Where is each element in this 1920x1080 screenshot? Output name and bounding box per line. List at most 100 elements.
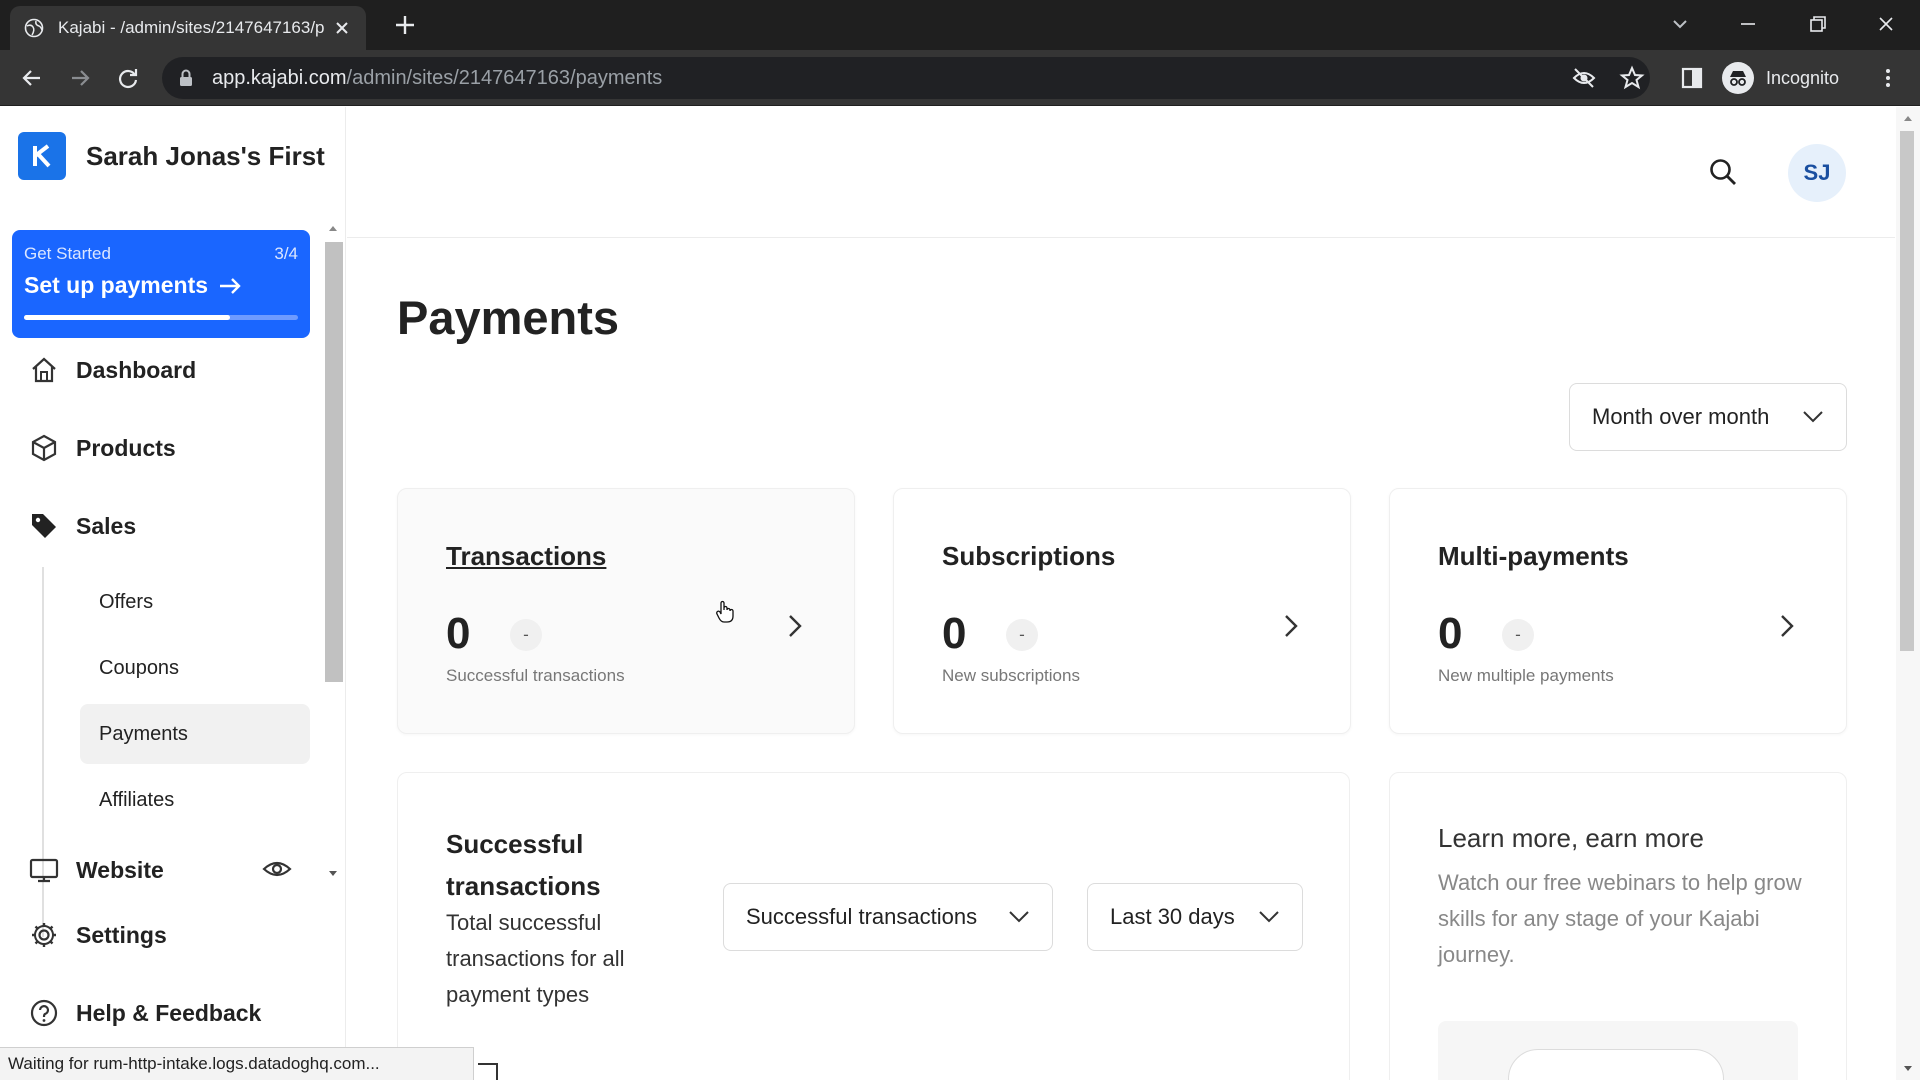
subitem-label: Affiliates bbox=[99, 788, 175, 811]
sidebar-item-sales[interactable]: Sales bbox=[28, 510, 136, 542]
sidebar-subitem-payments[interactable]: Payments bbox=[80, 704, 310, 764]
hand-cursor-icon bbox=[716, 600, 734, 623]
page-title: Payments bbox=[397, 291, 620, 344]
chart-axis bbox=[478, 1063, 498, 1080]
help-icon bbox=[28, 997, 60, 1029]
get-started-progress bbox=[24, 315, 298, 320]
sidebar-item-settings[interactable]: Settings bbox=[28, 919, 167, 951]
card-delta-badge: - bbox=[1502, 619, 1534, 651]
browser-tab-bar: Kajabi - /admin/sites/2147647163/payment… bbox=[0, 0, 1920, 50]
sidebar-scroll-thumb[interactable] bbox=[325, 242, 343, 682]
browser-toolbar: app.kajabi.com/admin/sites/2147647163/pa… bbox=[0, 50, 1920, 106]
sidebar-item-products[interactable]: Products bbox=[28, 432, 176, 464]
forward-icon[interactable] bbox=[66, 64, 94, 92]
profile-label: Incognito bbox=[1766, 67, 1840, 88]
card-value: 0 bbox=[1438, 609, 1463, 658]
restore-icon[interactable] bbox=[1804, 10, 1832, 38]
card-title[interactable]: Transactions bbox=[446, 541, 606, 572]
main-scrollbar[interactable] bbox=[1896, 107, 1920, 1080]
sidebar-item-label: Dashboard bbox=[76, 356, 197, 383]
minimize-icon[interactable] bbox=[1734, 10, 1762, 38]
transactions-card[interactable]: Transactions 0 - Successful transactions bbox=[397, 488, 855, 734]
webinar-thumbnail bbox=[1438, 1021, 1798, 1080]
lock-icon[interactable] bbox=[178, 69, 194, 87]
tab-search-icon[interactable] bbox=[1666, 10, 1694, 38]
tracking-off-icon[interactable] bbox=[1570, 64, 1598, 92]
period-select-value: Month over month bbox=[1592, 404, 1770, 429]
webinar-button[interactable] bbox=[1508, 1049, 1724, 1080]
chevron-down-icon bbox=[1259, 911, 1279, 923]
date-range-select-value: Last 30 days bbox=[1110, 904, 1235, 929]
card-caption: Successful transactions bbox=[446, 666, 625, 685]
subscriptions-card[interactable]: Subscriptions 0 - New subscriptions bbox=[893, 488, 1351, 734]
gear-icon bbox=[28, 919, 60, 951]
card-value: 0 bbox=[446, 609, 471, 658]
home-icon bbox=[28, 354, 60, 386]
new-tab-icon[interactable] bbox=[392, 12, 418, 38]
learn-more-card: Learn more, earn more Watch our free web… bbox=[1389, 772, 1847, 1080]
chevron-right-icon[interactable] bbox=[1776, 611, 1798, 641]
eye-icon[interactable] bbox=[262, 857, 292, 881]
back-icon[interactable] bbox=[18, 64, 46, 92]
card-caption: New subscriptions bbox=[942, 666, 1080, 685]
metric-select[interactable]: Successful transactions bbox=[723, 883, 1053, 951]
transactions-chart-card: Successful transactions Total successful… bbox=[397, 772, 1350, 1080]
site-brand[interactable]: Sarah Jonas's First bbox=[18, 132, 325, 180]
progress-fill bbox=[24, 315, 230, 320]
sidebar-item-label: Sales bbox=[76, 512, 137, 539]
multi-payments-card[interactable]: Multi-payments 0 - New multiple payments bbox=[1389, 488, 1847, 734]
avatar[interactable]: SJ bbox=[1788, 144, 1846, 202]
chevron-right-icon[interactable] bbox=[784, 611, 806, 641]
close-window-icon[interactable] bbox=[1872, 10, 1900, 38]
get-started-card[interactable]: Get Started 3/4 Set up payments bbox=[12, 230, 310, 338]
chevron-right-icon[interactable] bbox=[1280, 611, 1302, 641]
card-value: 0 bbox=[942, 609, 967, 658]
tag-icon bbox=[28, 510, 60, 542]
kajabi-logo-icon bbox=[18, 132, 66, 180]
browser-tab[interactable]: Kajabi - /admin/sites/2147647163/payment… bbox=[10, 6, 366, 50]
sidebar-subitem-coupons[interactable]: Coupons bbox=[80, 638, 310, 698]
date-range-select[interactable]: Last 30 days bbox=[1087, 883, 1303, 951]
url-text: app.kajabi.com/admin/sites/2147647163/pa… bbox=[212, 67, 662, 90]
sidebar-item-dashboard[interactable]: Dashboard bbox=[28, 354, 196, 386]
side-panel-icon[interactable] bbox=[1678, 64, 1706, 92]
card-delta-badge: - bbox=[1006, 619, 1038, 651]
url-path: /admin/sites/2147647163/payments bbox=[346, 66, 663, 89]
sidebar-subitem-offers[interactable]: Offers bbox=[80, 572, 310, 632]
incognito-icon bbox=[1722, 62, 1754, 94]
subitem-label: Offers bbox=[99, 590, 154, 613]
site-name: Sarah Jonas's First bbox=[86, 140, 325, 171]
sidebar-item-website[interactable]: Website bbox=[28, 854, 164, 886]
main-scroll-thumb[interactable] bbox=[1900, 131, 1914, 651]
incognito-indicator[interactable]: Incognito bbox=[1722, 60, 1839, 96]
browser-menu-icon[interactable] bbox=[1874, 64, 1902, 92]
sidebar-item-label: Website bbox=[76, 856, 164, 883]
tab-title: Kajabi - /admin/sites/2147647163/payment… bbox=[58, 18, 324, 37]
metric-select-value: Successful transactions bbox=[746, 904, 978, 929]
header-divider bbox=[347, 237, 1895, 238]
scroll-down-icon[interactable] bbox=[1896, 1058, 1920, 1078]
card-caption: New multiple payments bbox=[1438, 666, 1614, 685]
url-host: app.kajabi.com bbox=[212, 66, 347, 89]
learn-card-description: Watch our free webinars to help grow ski… bbox=[1438, 870, 1802, 967]
sidebar: Sarah Jonas's First Get Started 3/4 Set … bbox=[0, 107, 346, 1080]
search-icon[interactable] bbox=[1708, 157, 1738, 187]
chart-card-title: Successful transactions bbox=[446, 829, 601, 901]
sidebar-item-help[interactable]: Help & Feedback bbox=[28, 997, 261, 1029]
status-bar: Waiting for rum-http-intake.logs.datadog… bbox=[0, 1047, 474, 1080]
get-started-cta: Set up payments bbox=[24, 272, 209, 298]
get-started-label: Get Started bbox=[24, 244, 111, 263]
chevron-down-icon bbox=[1009, 911, 1029, 923]
subitem-label: Payments bbox=[99, 722, 188, 745]
scroll-up-icon[interactable] bbox=[1896, 109, 1920, 129]
sidebar-subitem-affiliates[interactable]: Affiliates bbox=[80, 770, 310, 830]
close-tab-icon[interactable] bbox=[332, 18, 352, 38]
bookmark-star-icon[interactable] bbox=[1618, 64, 1646, 92]
globe-icon bbox=[24, 18, 44, 38]
card-title: Subscriptions bbox=[942, 541, 1116, 571]
reload-icon[interactable] bbox=[114, 64, 142, 92]
learn-card-title: Learn more, earn more bbox=[1438, 823, 1704, 853]
address-bar[interactable]: app.kajabi.com/admin/sites/2147647163/pa… bbox=[162, 57, 1650, 99]
period-select[interactable]: Month over month bbox=[1569, 383, 1847, 451]
chevron-down-icon bbox=[1803, 411, 1823, 423]
